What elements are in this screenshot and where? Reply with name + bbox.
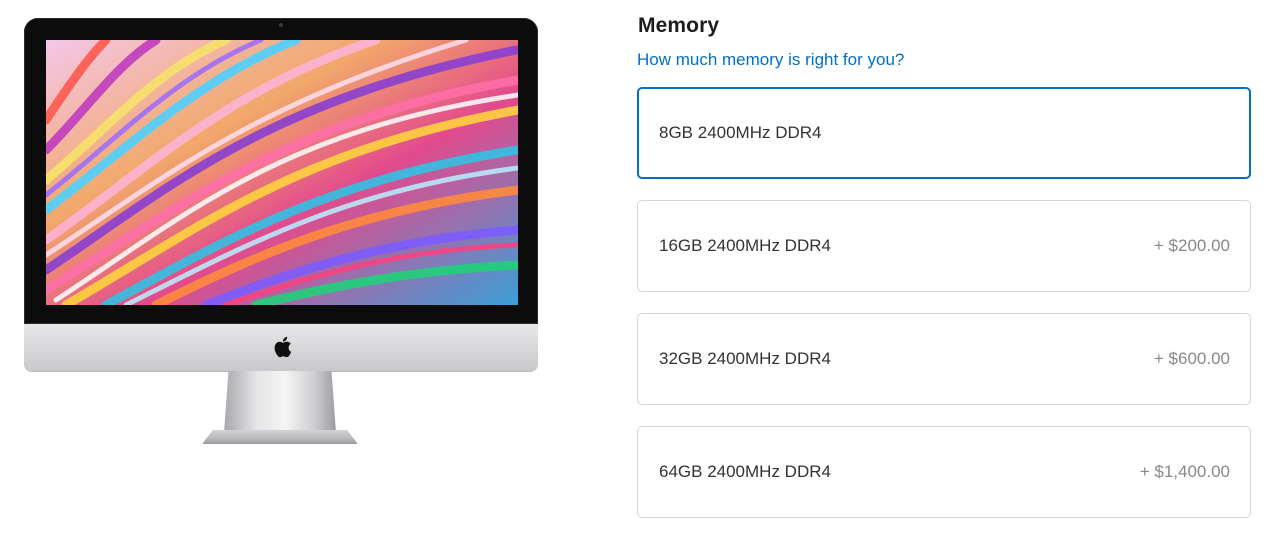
- memory-option-64gb[interactable]: 64GB 2400MHz DDR4 + $1,400.00: [637, 426, 1251, 518]
- imac-screen-wallpaper: [46, 40, 518, 305]
- section-title: Memory: [638, 14, 720, 37]
- imac-stand: [224, 371, 336, 433]
- memory-help-link[interactable]: How much memory is right for you?: [637, 50, 904, 70]
- imac-foot: [202, 430, 358, 444]
- camera-icon: [279, 23, 283, 27]
- imac-display-bezel: [24, 18, 538, 324]
- option-label: 32GB 2400MHz DDR4: [659, 349, 831, 368]
- option-price: + $1,400.00: [1139, 462, 1230, 481]
- apple-logo-icon: [274, 336, 292, 358]
- option-label: 8GB 2400MHz DDR4: [659, 123, 822, 142]
- imac-chin: [24, 324, 538, 371]
- wallpaper-graphic: [46, 40, 518, 305]
- option-price: + $600.00: [1153, 349, 1230, 368]
- option-price: + $200.00: [1153, 236, 1230, 255]
- imac-product-image: [22, 16, 538, 446]
- memory-option-16gb[interactable]: 16GB 2400MHz DDR4 + $200.00: [637, 200, 1251, 292]
- configurator-page: Memory How much memory is right for you?…: [0, 0, 1280, 545]
- option-label: 64GB 2400MHz DDR4: [659, 462, 831, 481]
- memory-option-8gb[interactable]: 8GB 2400MHz DDR4: [637, 87, 1251, 179]
- memory-option-32gb[interactable]: 32GB 2400MHz DDR4 + $600.00: [637, 313, 1251, 405]
- option-label: 16GB 2400MHz DDR4: [659, 236, 831, 255]
